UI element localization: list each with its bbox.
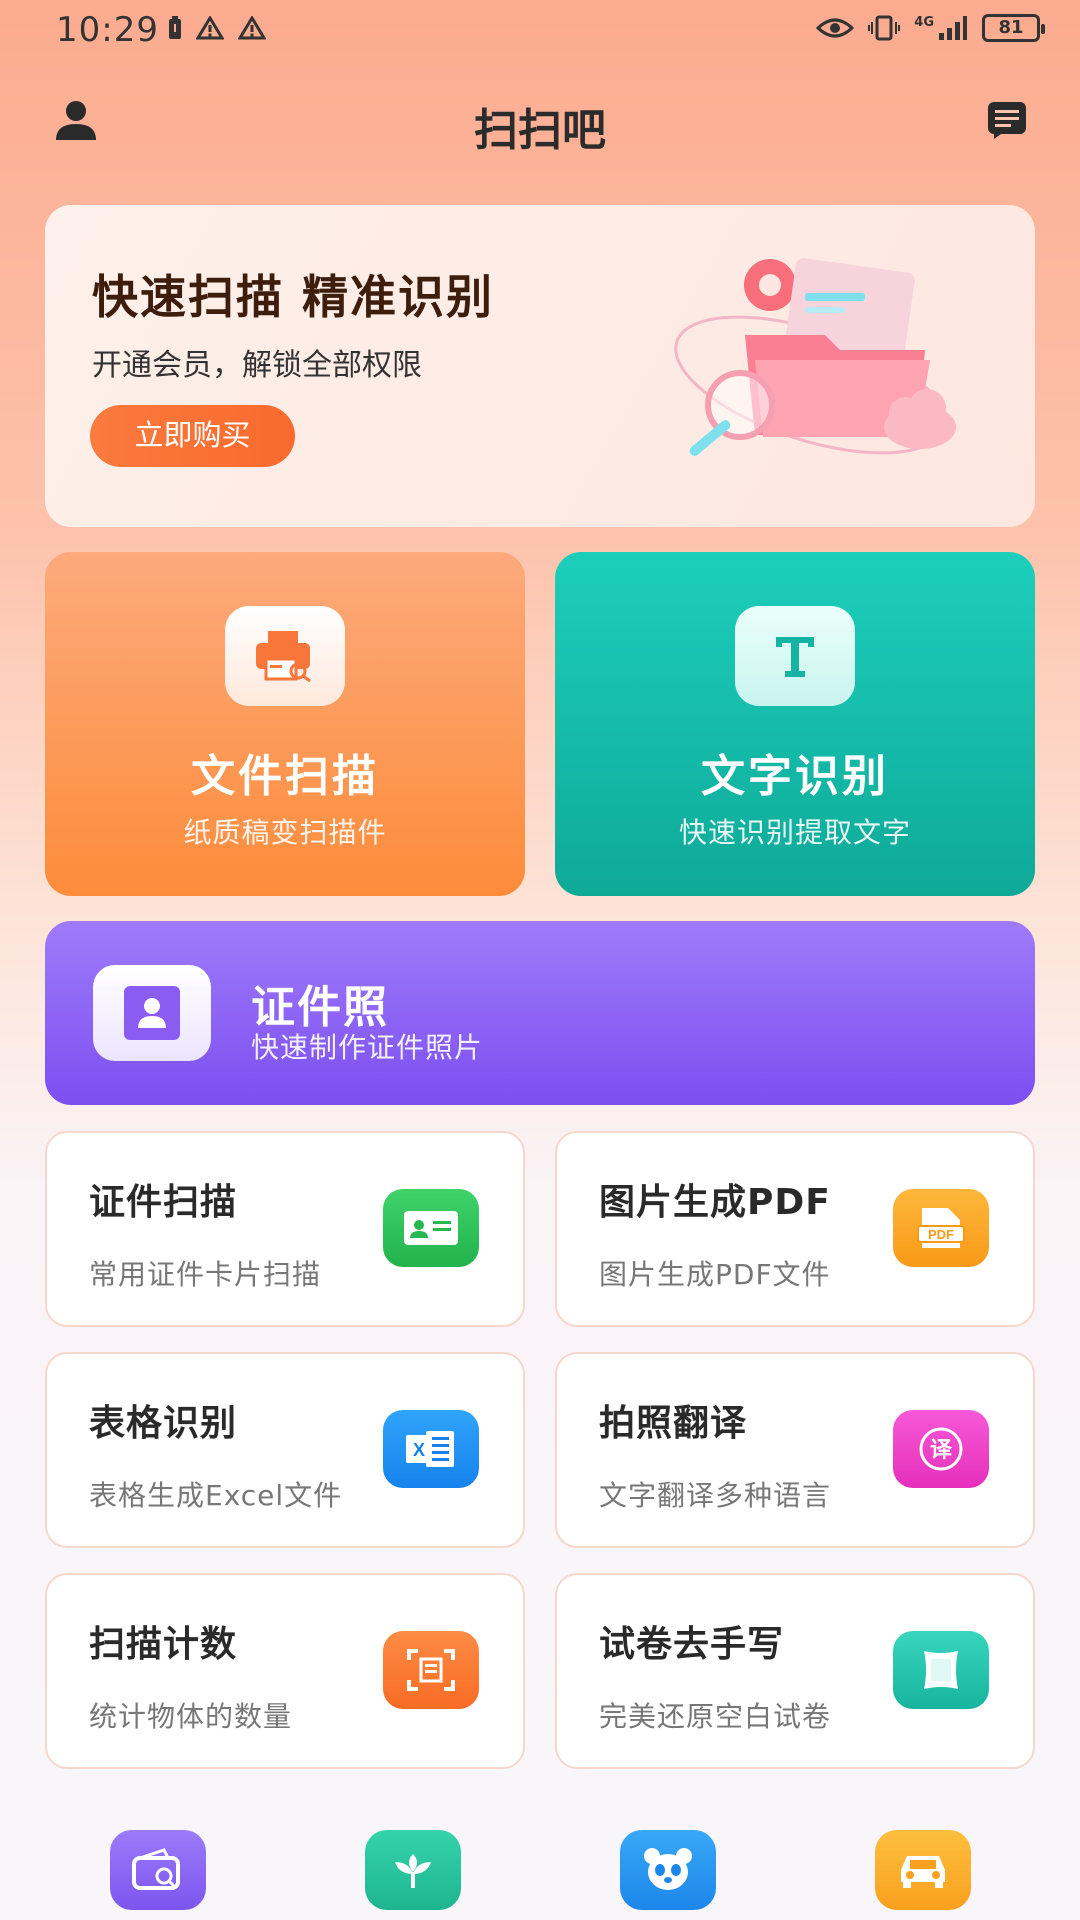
car-icon[interactable] [875, 1830, 971, 1910]
signal-icon [939, 16, 967, 40]
tool-subtitle: 常用证件卡片扫描 [89, 1258, 322, 1291]
tool-subtitle: 统计物体的数量 [89, 1700, 293, 1733]
tool-subtitle: 文字翻译多种语言 [599, 1479, 832, 1512]
text-recognition-subtitle: 快速识别提取文字 [678, 816, 911, 849]
tool-title: 图片生成PDF [599, 1182, 831, 1223]
status-time: 10:29 [56, 10, 159, 50]
banner-subtitle: 开通会员，解锁全部权限 [92, 348, 422, 383]
tool-subtitle: 表格生成Excel文件 [89, 1479, 343, 1512]
image-to-pdf-card[interactable]: 图片生成PDF 图片生成PDF文件 PDF [555, 1131, 1035, 1327]
tool-title: 证件扫描 [89, 1182, 238, 1223]
svg-text:X: X [413, 1440, 425, 1460]
message-icon [988, 102, 1026, 139]
app-header: 扫扫吧 [0, 90, 1080, 160]
warning-icon [196, 16, 224, 40]
banner-title: 快速扫描 精准识别 [92, 270, 495, 324]
tool-subtitle: 完美还原空白试卷 [599, 1700, 832, 1733]
id-photo-icon [93, 965, 211, 1061]
tool-subtitle: 图片生成PDF文件 [599, 1258, 831, 1291]
svg-text:PDF: PDF [928, 1227, 954, 1242]
photo-translate-card[interactable]: 拍照翻译 文字翻译多种语言 译 [555, 1352, 1035, 1548]
id-card-icon [383, 1189, 479, 1267]
battery-icon: 81 [982, 14, 1045, 42]
plant-icon[interactable] [365, 1830, 461, 1910]
text-recognition-title: 文字识别 [701, 751, 889, 802]
count-scan-icon [383, 1631, 479, 1709]
file-scan-title: 文件扫描 [191, 751, 379, 802]
status-bar: 10:29 4G 81 [0, 0, 1080, 64]
translate-icon: 译 [893, 1410, 989, 1488]
paper-clean-icon [893, 1631, 989, 1709]
tool-title: 表格识别 [89, 1403, 238, 1444]
file-scan-subtitle: 纸质稿变扫描件 [183, 816, 387, 849]
id-scan-card[interactable]: 证件扫描 常用证件卡片扫描 [45, 1131, 525, 1327]
panda-icon[interactable] [620, 1830, 716, 1910]
tool-title: 拍照翻译 [599, 1403, 748, 1444]
remove-handwriting-card[interactable]: 试卷去手写 完美还原空白试卷 [555, 1573, 1035, 1769]
tool-title: 扫描计数 [89, 1624, 238, 1665]
folder-illustration [674, 258, 956, 456]
wallet-search-icon[interactable] [110, 1830, 206, 1910]
excel-icon: X [383, 1410, 479, 1488]
warning-icon [238, 16, 266, 40]
page-title: 扫扫吧 [474, 105, 606, 156]
printer-scan-icon [225, 606, 345, 706]
id-photo-subtitle: 快速制作证件照片 [251, 1031, 484, 1064]
status-system-icons: 4G 81 [816, 14, 1045, 42]
svg-text:译: 译 [930, 1438, 953, 1463]
text-recognition-card[interactable]: 文字识别 快速识别提取文字 [555, 552, 1035, 896]
membership-banner[interactable]: 快速扫描 精准识别 开通会员，解锁全部权限 立即购买 [45, 205, 1035, 527]
file-scan-card[interactable]: 文件扫描 纸质稿变扫描件 [45, 552, 525, 896]
tool-title: 试卷去手写 [599, 1624, 785, 1665]
battery-saver-icon [169, 16, 181, 39]
messages-button[interactable] [986, 100, 1028, 140]
eye-icon [816, 18, 855, 38]
network-type: 4G [914, 14, 934, 30]
vibrate-icon [868, 15, 901, 41]
pdf-icon: PDF [893, 1189, 989, 1267]
status-notification-icons [168, 16, 266, 40]
text-t-icon [735, 606, 855, 706]
table-recognition-card[interactable]: 表格识别 表格生成Excel文件 X [45, 1352, 525, 1548]
buy-now-button[interactable]: 立即购买 [90, 405, 295, 467]
scan-count-card[interactable]: 扫描计数 统计物体的数量 [45, 1573, 525, 1769]
id-photo-card[interactable]: 证件照 快速制作证件照片 [45, 921, 1035, 1105]
